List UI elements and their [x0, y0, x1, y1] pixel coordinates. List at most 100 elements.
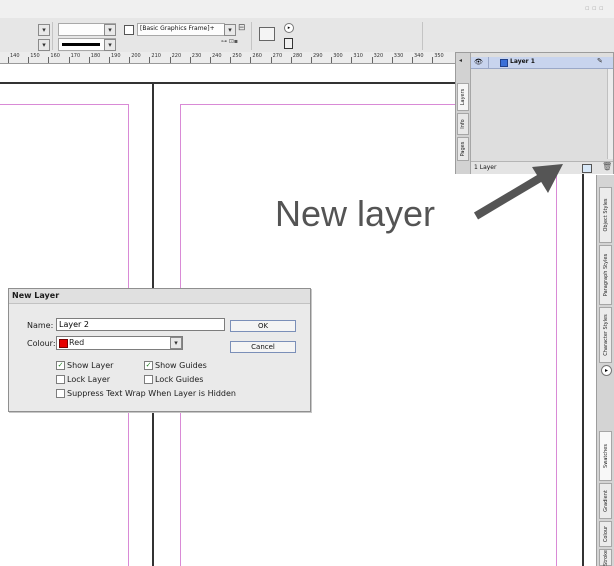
ruler-tick-label: 170 — [70, 53, 81, 59]
tab-stroke[interactable]: Stroke — [599, 549, 612, 566]
panel-collapse-icon[interactable]: ◂ — [459, 57, 462, 64]
ruler-tick-mark — [149, 57, 151, 63]
ruler-tick-mark — [48, 57, 50, 63]
ruler-tick-label: 190 — [111, 53, 121, 59]
ruler-tick-mark — [28, 57, 30, 63]
tab-layers[interactable]: Layers — [457, 83, 469, 111]
margin-guide — [0, 104, 129, 105]
panel-menu-icon[interactable]: ▸ — [601, 365, 612, 376]
frame-icon[interactable] — [124, 25, 134, 35]
show-guides-checkbox[interactable]: ✓ — [144, 361, 153, 370]
quick-apply-icon[interactable] — [259, 27, 275, 41]
trash-icon[interactable]: 🗑 — [602, 162, 612, 171]
ruler-tick-mark — [230, 57, 232, 63]
window-top-strip: ▫ ▫ ▫ — [0, 0, 614, 18]
ruler-tick-label: 300 — [333, 53, 343, 59]
stroke-preview — [62, 43, 100, 46]
layers-scrollbar[interactable] — [607, 69, 613, 159]
horizontal-ruler[interactable]: 140 150 160 170 180 190 200 210 220 230 240 250 260 2… — [0, 52, 456, 64]
suppress-text-wrap-checkbox[interactable] — [56, 389, 65, 398]
tab-object-styles[interactable]: Object Styles — [599, 187, 612, 243]
name-field[interactable] — [56, 318, 225, 331]
chevron-down-icon[interactable]: ▾ — [224, 24, 236, 36]
margin-guide — [180, 104, 456, 105]
tab-character-styles[interactable]: Character Styles — [599, 307, 612, 363]
object-style-dropdown[interactable]: [Basic Graphics Frame]+ — [137, 23, 225, 36]
ruler-tick-mark — [290, 57, 292, 63]
toolbar-separator — [52, 22, 53, 50]
name-label: Name: — [27, 321, 54, 330]
annotation-arrow — [473, 164, 563, 220]
ruler-tick-label: 290 — [313, 53, 323, 59]
tab-paragraph-styles[interactable]: Paragraph Styles — [599, 245, 612, 305]
tab-pages[interactable]: Pages — [457, 137, 469, 161]
chevron-down-icon[interactable]: ▾ — [38, 39, 50, 51]
lock-guides-checkbox[interactable] — [144, 375, 153, 384]
show-layer-label: Show Layer — [67, 361, 114, 370]
new-layer-icon[interactable] — [582, 164, 592, 173]
object-style-value: [Basic Graphics Frame]+ — [140, 25, 215, 32]
layers-panel-tabs: Layers Info Pages — [456, 53, 471, 174]
show-guides-label: Show Guides — [155, 361, 207, 370]
ruler-tick-mark — [412, 57, 413, 63]
chevron-down-icon[interactable]: ▾ — [38, 24, 50, 36]
ruler-tick-label: 150 — [30, 53, 40, 59]
ruler-tick-label: 220 — [171, 53, 182, 59]
dialog-title: New Layer — [12, 291, 60, 300]
layers-panel: Layers Info Pages ◂ 👁 Layer 1 ✎ 1 Layer … — [455, 52, 614, 174]
ruler-tick-label: 140 — [10, 53, 20, 59]
colour-swatch — [59, 339, 68, 348]
column-divider — [488, 57, 489, 68]
ruler-tick-mark — [189, 57, 191, 63]
tab-label: Swatches — [602, 444, 609, 468]
chevron-down-icon[interactable]: ▾ — [104, 39, 116, 51]
pen-icon: ✎ — [597, 57, 603, 65]
chevron-down-icon[interactable]: ▾ — [170, 337, 182, 349]
tab-label: Info — [460, 119, 466, 129]
control-bar: ▾ ▾ ▾ ▾ [Basic Graphics Frame]+ ▾ ⊟ ⊶ ⊡▪… — [0, 18, 614, 53]
tab-label: Layers — [460, 88, 466, 106]
ruler-tick-label: 320 — [373, 53, 384, 59]
page-icon[interactable] — [284, 38, 293, 49]
ok-button[interactable]: OK — [230, 320, 296, 332]
ruler-tick-mark — [8, 57, 9, 63]
tab-swatches[interactable]: Swatches — [599, 431, 612, 481]
clear-overrides-icon[interactable]: ⊟ — [238, 23, 246, 33]
lock-guides-label: Lock Guides — [155, 375, 204, 384]
ruler-tick-label: 180 — [90, 53, 101, 59]
colour-label: Colour: — [27, 339, 56, 348]
ruler-tick-mark — [331, 57, 333, 63]
tab-label: Stroke — [602, 549, 609, 566]
ruler-tick-mark — [371, 57, 373, 63]
ruler-tick-mark — [270, 57, 272, 63]
lock-layer-checkbox[interactable] — [56, 375, 65, 384]
tab-label: Colour — [602, 525, 609, 543]
tab-info[interactable]: Info — [457, 113, 469, 135]
ruler-tick-mark — [250, 57, 252, 63]
ruler-tick-mark — [391, 57, 393, 63]
tab-gradient[interactable]: Gradient — [599, 483, 612, 519]
margin-guide — [556, 174, 557, 566]
ruler-tick-label: 240 — [212, 53, 222, 59]
tab-colour[interactable]: Colour — [599, 521, 612, 547]
chevron-down-icon[interactable]: ▾ — [104, 24, 116, 36]
ruler-tick-mark — [432, 57, 434, 63]
layer-row[interactable]: 👁 Layer 1 ✎ — [471, 57, 613, 69]
ruler-tick-mark — [88, 57, 90, 63]
tab-label: Object Styles — [602, 198, 609, 232]
tab-label: Gradient — [602, 490, 609, 512]
layer-color-swatch — [500, 59, 508, 67]
cancel-button[interactable]: Cancel — [230, 341, 296, 353]
show-layer-checkbox[interactable]: ✓ — [56, 361, 65, 370]
ruler-tick-mark — [169, 57, 171, 63]
ruler-tick-label: 340 — [414, 53, 424, 59]
colour-select[interactable]: Red ▾ — [56, 336, 183, 350]
ruler-tick-mark — [351, 57, 353, 63]
eye-icon[interactable]: 👁 — [474, 58, 483, 66]
tab-label: Paragraph Styles — [602, 253, 609, 297]
wrap-options-icon[interactable]: ⊶ ⊡▪ — [221, 38, 238, 45]
panel-menu-icon[interactable]: ▸ — [284, 23, 294, 33]
window-controls-icon[interactable]: ▫ ▫ ▫ — [585, 4, 604, 12]
ruler-tick-mark — [210, 57, 211, 63]
dialog-title-bar[interactable]: New Layer — [9, 289, 310, 304]
